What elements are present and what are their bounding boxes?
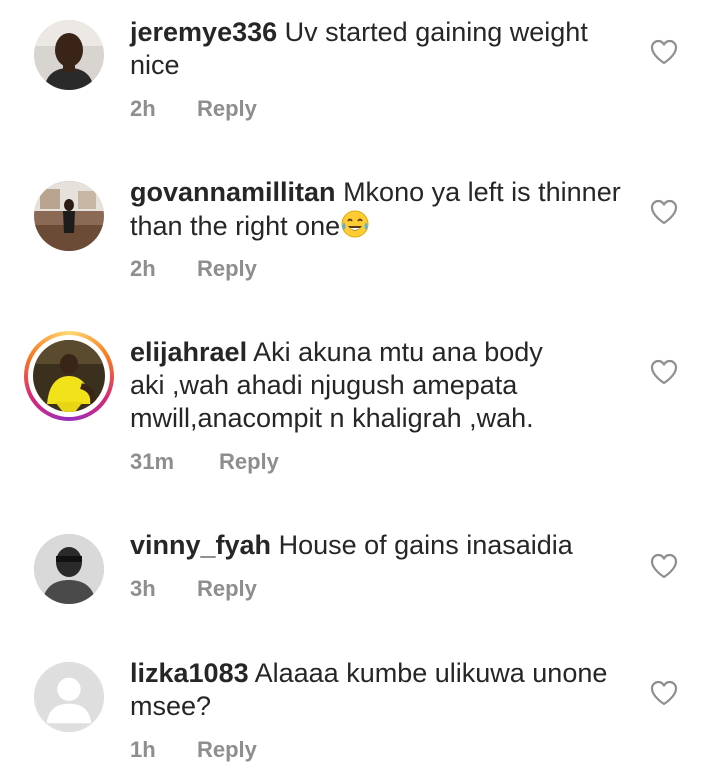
reply-button[interactable]: Reply [197,576,257,602]
comment-time: 2h [130,256,156,281]
reply-button[interactable]: Reply [197,96,257,122]
comment-username[interactable]: govannamillitan [130,177,336,207]
comment-username[interactable]: lizka1083 [130,658,249,688]
avatar[interactable] [34,20,104,90]
comment-text: vinny_fyah House of gains inasaidia [130,529,630,562]
comment-body: House of gains inasaidia [278,530,573,560]
comment-username[interactable]: jeremye336 [130,17,277,47]
tears-of-joy-emoji-icon [340,209,370,239]
avatar[interactable] [34,534,104,604]
comment-meta: 2h Reply [130,96,257,122]
reply-button[interactable]: Reply [219,449,279,475]
comment-text: elijahrael Aki akuna mtu ana body aki ,w… [130,336,570,435]
reply-button[interactable]: Reply [197,256,257,282]
avatar[interactable] [34,181,104,251]
comment-text: lizka1083 Alaaaa kumbe ulikuwa unone mse… [130,657,630,723]
heart-outline-icon[interactable] [650,553,678,579]
heart-outline-icon[interactable] [650,680,678,706]
heart-outline-icon[interactable] [650,359,678,385]
comment-meta: 1h Reply [130,737,257,763]
comment-username[interactable]: vinny_fyah [130,530,271,560]
comment-username[interactable]: elijahrael [130,337,247,367]
comment-time: 1h [130,737,156,762]
avatar[interactable] [34,662,104,732]
comment-time: 2h [130,96,156,121]
comment-meta: 2h Reply [130,256,257,282]
comment-meta: 31m Reply [130,449,279,475]
comment-text: jeremye336 Uv started gaining weight nic… [130,16,630,82]
story-ring[interactable] [24,331,114,421]
comment-time: 3h [130,576,156,601]
comment-text: govannamillitan Mkono ya left is thinner… [130,176,630,243]
reply-button[interactable]: Reply [197,737,257,763]
heart-outline-icon[interactable] [650,199,678,225]
heart-outline-icon[interactable] [650,39,678,65]
comment-meta: 3h Reply [130,576,257,602]
avatar[interactable] [33,340,105,412]
comment-time: 31m [130,449,175,474]
